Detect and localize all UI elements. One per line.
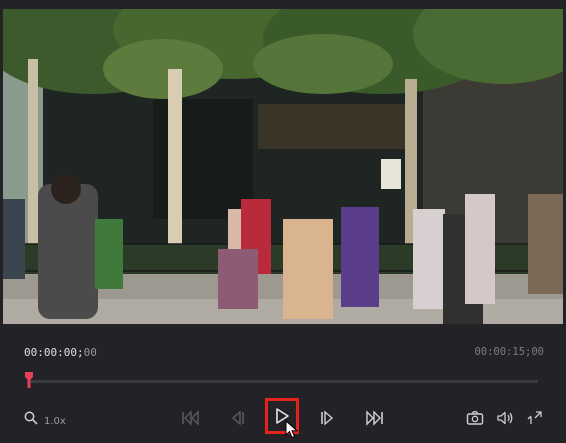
timeline-track[interactable]	[28, 380, 538, 383]
zoom-level: 1.0x	[44, 415, 66, 427]
mouse-cursor-icon	[285, 420, 299, 439]
total-duration: 00:00:15;00	[474, 346, 544, 358]
expand-icon	[527, 411, 542, 424]
skip-to-end-icon	[366, 410, 383, 426]
zoom-search-icon	[24, 411, 38, 425]
fullscreen-button[interactable]	[524, 407, 546, 429]
zoom-control[interactable]: 1.0x	[24, 410, 66, 427]
next-frame-icon	[321, 410, 334, 426]
current-timecode-frames: 00	[83, 346, 97, 359]
current-timecode-main: 00:00:00;	[24, 346, 84, 359]
current-timecode: 00:00:00;00	[24, 346, 97, 359]
camera-icon	[466, 411, 484, 425]
playhead-handle[interactable]	[24, 370, 34, 390]
skip-to-start-icon	[182, 410, 199, 426]
previous-frame-button[interactable]	[226, 407, 248, 429]
video-frame-image	[3, 9, 563, 324]
speaker-icon	[497, 411, 513, 425]
skip-to-end-button[interactable]	[363, 407, 385, 429]
video-preview	[3, 9, 563, 324]
video-player: 00:00:00;00 00:00:15;00 1.0x	[0, 0, 566, 443]
next-frame-button[interactable]	[317, 407, 339, 429]
volume-button[interactable]	[494, 407, 516, 429]
previous-frame-icon	[231, 410, 244, 426]
snapshot-button[interactable]	[464, 407, 486, 429]
skip-to-start-button[interactable]	[180, 407, 202, 429]
